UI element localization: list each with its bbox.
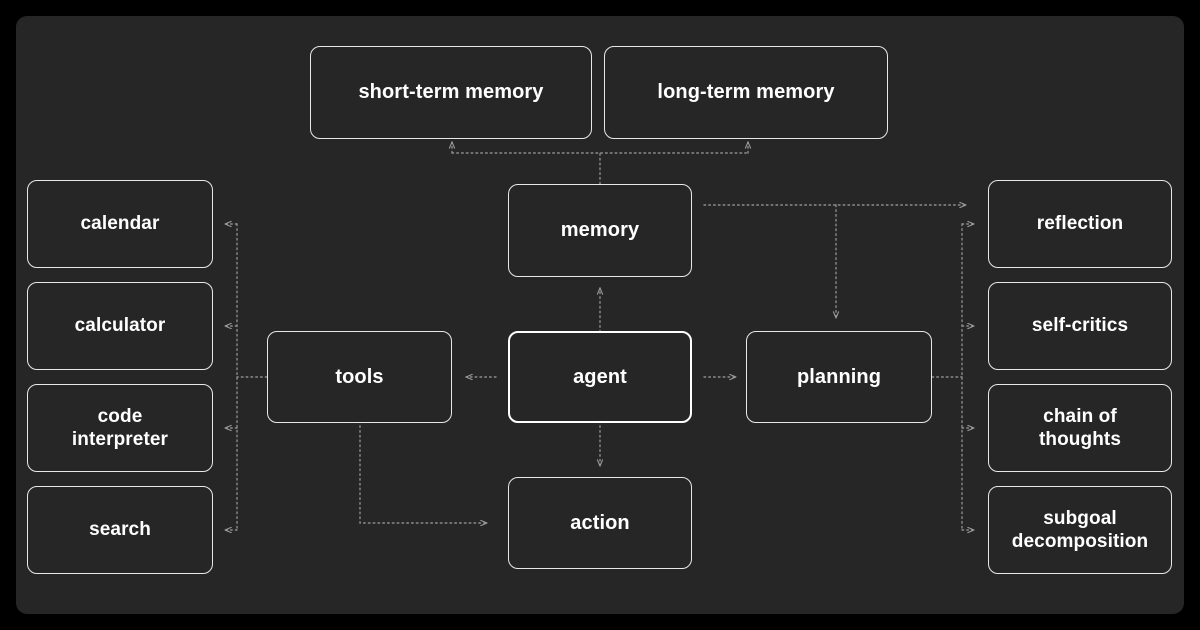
node-calendar-label: calendar: [80, 213, 160, 235]
node-calculator[interactable]: calculator: [27, 282, 213, 370]
node-subgoal-decomposition[interactable]: subgoal decomposition: [988, 486, 1172, 574]
node-short-term-memory-label: short-term memory: [358, 81, 544, 104]
node-subgoal-decomposition-label: subgoal decomposition: [1011, 507, 1149, 552]
node-planning[interactable]: planning: [746, 331, 932, 423]
node-calendar[interactable]: calendar: [27, 180, 213, 268]
node-memory[interactable]: memory: [508, 184, 692, 277]
node-long-term-memory-label: long-term memory: [657, 81, 835, 104]
node-chain-of-thoughts-label: chain of thoughts: [1038, 405, 1122, 450]
node-memory-label: memory: [560, 219, 640, 242]
node-action[interactable]: action: [508, 477, 692, 569]
diagram-root: short-term memory long-term memory memor…: [0, 0, 1200, 630]
node-self-critics-label: self-critics: [1031, 315, 1129, 337]
node-tools[interactable]: tools: [267, 331, 452, 423]
node-agent[interactable]: agent: [508, 331, 692, 423]
node-code-interpreter-label: code interpreter: [71, 405, 169, 450]
node-search-label: search: [89, 519, 151, 541]
node-tools-label: tools: [335, 365, 384, 388]
node-self-critics[interactable]: self-critics: [988, 282, 1172, 370]
node-planning-label: planning: [796, 365, 882, 388]
node-reflection[interactable]: reflection: [988, 180, 1172, 268]
node-search[interactable]: search: [27, 486, 213, 574]
node-chain-of-thoughts[interactable]: chain of thoughts: [988, 384, 1172, 472]
node-short-term-memory[interactable]: short-term memory: [310, 46, 592, 139]
node-code-interpreter[interactable]: code interpreter: [27, 384, 213, 472]
node-agent-label: agent: [573, 365, 627, 388]
node-long-term-memory[interactable]: long-term memory: [604, 46, 888, 139]
node-action-label: action: [570, 511, 630, 534]
node-reflection-label: reflection: [1036, 213, 1124, 235]
node-calculator-label: calculator: [74, 315, 166, 337]
